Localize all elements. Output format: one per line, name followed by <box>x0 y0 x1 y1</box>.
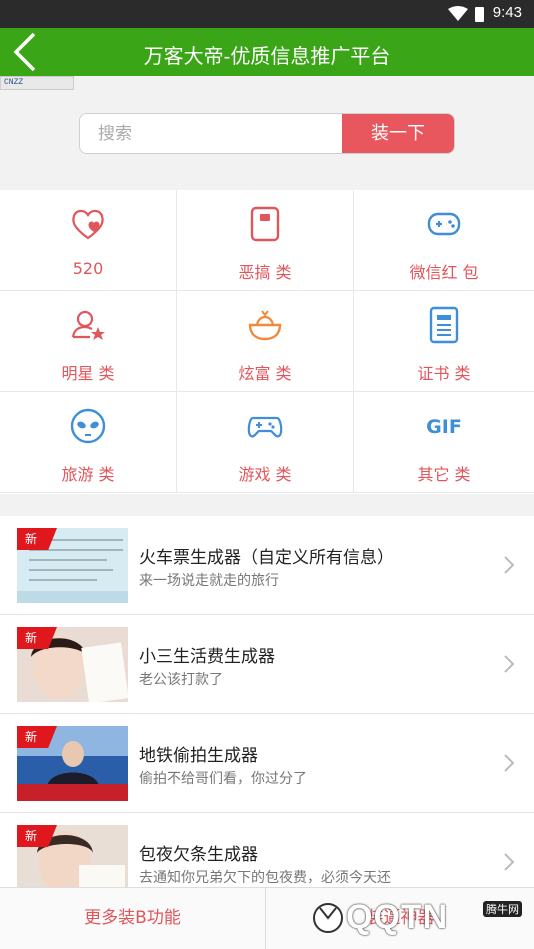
chevron-right-icon <box>504 754 515 772</box>
prank-box-icon <box>250 206 280 242</box>
category-label: 炫富 类 <box>238 364 292 383</box>
category-travel[interactable]: 旅游 类 <box>0 392 177 493</box>
category-certificate[interactable]: 证书 类 <box>354 291 534 392</box>
alien-face-icon <box>70 408 106 444</box>
gif-icon: GIF <box>426 416 462 438</box>
search-input[interactable] <box>80 114 342 153</box>
search-box: 装一下 <box>79 113 455 154</box>
watermark-logo-icon <box>313 903 343 933</box>
category-label: 证书 类 <box>417 364 471 383</box>
subway-candid-thumbnail: 新 <box>17 726 128 801</box>
title-bar: 万客大帝-优质信息推广平台 <box>0 28 534 76</box>
chevron-right-icon <box>504 853 515 871</box>
category-520[interactable]: 520 <box>0 190 177 291</box>
category-prank[interactable]: 恶搞 类 <box>177 190 354 291</box>
page-title: 万客大帝-优质信息推广平台 <box>143 46 391 68</box>
category-label: 微信红 包 <box>409 263 479 282</box>
battery-icon <box>475 7 484 22</box>
more-features-tab[interactable]: 更多装B功能 <box>0 888 266 949</box>
gamepad-icon <box>427 212 461 236</box>
star-person-icon <box>71 310 105 340</box>
item-subtitle: 来一场说走就走的旅行 <box>139 573 279 589</box>
category-label: 其它 类 <box>417 465 471 484</box>
item-title: 火车票生成器（自定义所有信息） <box>139 548 394 568</box>
status-bar: 9:43 <box>0 0 534 28</box>
generator-list: 新 火车票生成器（自定义所有信息） 来一场说走就走的旅行 新 小三生活费生成器 … <box>0 516 534 900</box>
item-title: 小三生活费生成器 <box>139 647 275 667</box>
category-label: 旅游 类 <box>61 465 115 484</box>
category-games[interactable]: 游戏 类 <box>177 392 354 493</box>
category-label: 520 <box>72 259 104 278</box>
item-subtitle: 老公该打款了 <box>139 672 223 688</box>
watermark-subtext: 腾牛网 <box>483 901 522 917</box>
item-title: 地铁偷拍生成器 <box>139 746 258 766</box>
category-grid: 520 恶搞 类 微信红 包 明星 类 炫富 类 证书 类 旅游 类 游戏 类 … <box>0 190 534 494</box>
category-wechat-redpacket[interactable]: 微信红 包 <box>354 190 534 291</box>
wifi-icon <box>448 6 468 21</box>
category-label: 游戏 类 <box>238 465 292 484</box>
item-subtitle: 偷拍不给哥们看，你过分了 <box>139 771 307 787</box>
list-item[interactable]: 新 地铁偷拍生成器 偷拍不给哥们看，你过分了 <box>0 714 534 813</box>
category-flaunt-wealth[interactable]: 炫富 类 <box>177 291 354 392</box>
category-celebrity[interactable]: 明星 类 <box>0 291 177 392</box>
category-other[interactable]: GIF 其它 类 <box>354 392 534 493</box>
svg-text:GIF: GIF <box>426 416 462 438</box>
category-label: 恶搞 类 <box>238 263 292 282</box>
item-subtitle: 去通知你兄弟欠下的包夜费，必须今天还 <box>139 870 391 886</box>
search-button[interactable]: 装一下 <box>342 114 454 153</box>
cnzz-badge[interactable]: CNZZ <box>0 76 74 90</box>
qqtn-watermark: QQTN 腾牛网 <box>306 890 528 946</box>
chevron-right-icon <box>504 655 515 673</box>
mistress-allowance-thumbnail: 新 <box>17 627 128 702</box>
heart-icon <box>72 209 104 240</box>
chevron-right-icon <box>504 556 515 574</box>
certificate-icon <box>429 306 459 344</box>
game-controller-icon <box>247 416 283 438</box>
status-time: 9:43 <box>492 4 522 21</box>
search-section: 装一下 <box>0 90 534 190</box>
list-item[interactable]: 新 小三生活费生成器 老公该打款了 <box>0 615 534 714</box>
list-item[interactable]: 新 火车票生成器（自定义所有信息） 来一场说走就走的旅行 <box>0 516 534 615</box>
train-ticket-thumbnail: 新 <box>17 528 128 603</box>
money-bowl-icon <box>248 310 282 341</box>
item-title: 包夜欠条生成器 <box>139 845 258 865</box>
category-label: 明星 类 <box>61 364 115 383</box>
watermark-text: QQTN <box>346 898 449 936</box>
